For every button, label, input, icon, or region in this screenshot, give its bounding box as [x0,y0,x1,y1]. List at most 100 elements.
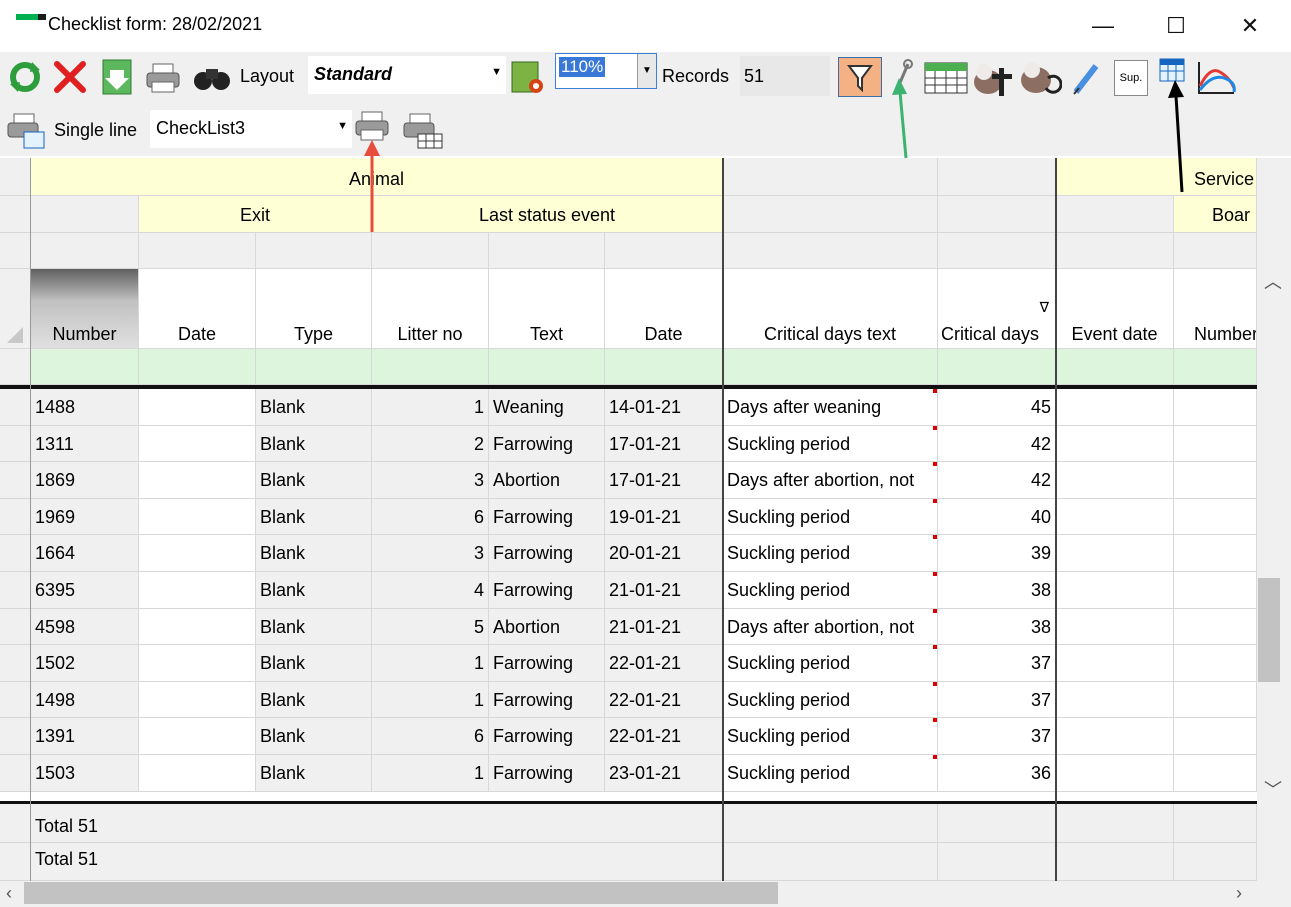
cell-exit-date[interactable] [139,718,256,755]
cell-status-date[interactable]: 22-01-21 [605,682,723,718]
cell-exit-type[interactable]: Blank [256,462,372,499]
filter-cell[interactable] [605,349,723,385]
cell-exit-date[interactable] [139,682,256,718]
cell-exit-date[interactable] [139,389,256,426]
print-icon[interactable] [144,62,182,94]
cell-status-text[interactable]: Abortion [489,462,605,499]
cell-exit-date[interactable] [139,572,256,609]
row-header-cell[interactable] [0,499,31,535]
cell-status-text[interactable]: Farrowing [489,755,605,792]
cell-litter-no[interactable]: 4 [372,572,489,609]
cell-status-date[interactable]: 17-01-21 [605,462,723,499]
cell-status-text[interactable]: Farrowing [489,535,605,572]
filter-cell[interactable] [489,349,605,385]
cell-status-date[interactable]: 17-01-21 [605,426,723,462]
maximize-button[interactable]: ☐ [1153,8,1199,44]
cell-critical-days[interactable]: 38 [938,572,1056,609]
cell-exit-date[interactable] [139,462,256,499]
row-header-cell[interactable] [0,682,31,718]
filter-cell[interactable] [256,349,372,385]
chart-curve-icon[interactable] [1196,60,1236,96]
cell-critical-days[interactable]: 40 [938,499,1056,535]
animal-return-icon[interactable] [1018,58,1062,98]
cell-status-text[interactable]: Farrowing [489,645,605,682]
minimize-button[interactable]: — [1080,8,1126,44]
cell-exit-type[interactable]: Blank [256,389,372,426]
column-header-litter-no[interactable]: Litter no [372,269,489,349]
single-line-print-icon[interactable] [6,112,46,150]
column-header-critical-days[interactable]: ∇ Critical days [938,269,1056,349]
cell-exit-date[interactable] [139,609,256,645]
column-header-status-text[interactable]: Text [489,269,605,349]
cell-boar-number[interactable] [1174,609,1257,645]
cell-critical-days-text[interactable]: Suckling period [723,645,938,682]
cell-litter-no[interactable]: 3 [372,462,489,499]
filter-cell[interactable] [1174,349,1257,385]
cell-litter-no[interactable]: 5 [372,609,489,645]
cell-event-date[interactable] [1056,499,1174,535]
cell-number[interactable]: 1664 [31,535,139,572]
cell-exit-date[interactable] [139,426,256,462]
cell-critical-days-text[interactable]: Days after weaning [723,389,938,426]
row-header-cell[interactable] [0,462,31,499]
cell-status-text[interactable]: Weaning [489,389,605,426]
cell-boar-number[interactable] [1174,718,1257,755]
scroll-right-icon[interactable]: › [1236,883,1242,904]
cell-exit-type[interactable]: Blank [256,645,372,682]
cell-litter-no[interactable]: 1 [372,755,489,792]
column-header-critical-days-text[interactable]: Critical days text [723,269,938,349]
cell-boar-number[interactable] [1174,462,1257,499]
cell-litter-no[interactable]: 2 [372,426,489,462]
cell-status-date[interactable]: 21-01-21 [605,609,723,645]
cell-critical-days-text[interactable]: Suckling period [723,535,938,572]
filter-cell[interactable] [938,349,1056,385]
cell-exit-type[interactable]: Blank [256,499,372,535]
cell-status-text[interactable]: Farrowing [489,426,605,462]
cell-boar-number[interactable] [1174,389,1257,426]
cell-status-text[interactable]: Abortion [489,609,605,645]
cell-event-date[interactable] [1056,718,1174,755]
cell-number[interactable]: 1502 [31,645,139,682]
cell-critical-days-text[interactable]: Suckling period [723,499,938,535]
filter-button[interactable] [838,57,882,97]
cell-litter-no[interactable]: 1 [372,389,489,426]
cell-event-date[interactable] [1056,426,1174,462]
syringe-icon[interactable] [1070,60,1102,96]
zoom-input[interactable]: 110% ▼ [555,53,657,89]
column-header-exit-type[interactable]: Type [256,269,372,349]
wrench-icon[interactable] [890,58,914,96]
cell-litter-no[interactable]: 1 [372,682,489,718]
cell-number[interactable]: 1969 [31,499,139,535]
cell-status-date[interactable]: 23-01-21 [605,755,723,792]
cell-status-text[interactable]: Farrowing [489,499,605,535]
cell-event-date[interactable] [1056,682,1174,718]
cell-status-date[interactable]: 22-01-21 [605,718,723,755]
cell-boar-number[interactable] [1174,426,1257,462]
cell-exit-type[interactable]: Blank [256,682,372,718]
cell-exit-date[interactable] [139,499,256,535]
cell-boar-number[interactable] [1174,682,1257,718]
cell-number[interactable]: 1488 [31,389,139,426]
delete-icon[interactable] [52,59,88,95]
close-window-button[interactable]: ✕ [1227,8,1273,44]
cell-litter-no[interactable]: 3 [372,535,489,572]
column-header-number[interactable]: Number [31,269,139,349]
zoom-dropdown-icon[interactable]: ▼ [637,54,656,88]
animal-death-icon[interactable] [972,58,1014,98]
row-header-cell[interactable] [0,426,31,462]
cell-number[interactable]: 1391 [31,718,139,755]
cell-critical-days[interactable]: 37 [938,645,1056,682]
cell-litter-no[interactable]: 1 [372,645,489,682]
vertical-scroll-thumb[interactable] [1258,578,1280,682]
column-header-boar-number[interactable]: Number [1174,269,1257,349]
binoculars-icon[interactable] [192,64,232,92]
scroll-left-icon[interactable]: ‹ [6,883,12,904]
sup-button[interactable]: Sup. [1114,60,1148,96]
cell-exit-date[interactable] [139,535,256,572]
cell-number[interactable]: 1869 [31,462,139,499]
cell-critical-days[interactable]: 37 [938,718,1056,755]
cell-critical-days-text[interactable]: Suckling period [723,426,938,462]
row-header-cell[interactable] [0,389,31,426]
vertical-scrollbar[interactable]: ︿ ﹀ [1257,158,1291,881]
print-checklist-icon[interactable] [354,110,390,146]
